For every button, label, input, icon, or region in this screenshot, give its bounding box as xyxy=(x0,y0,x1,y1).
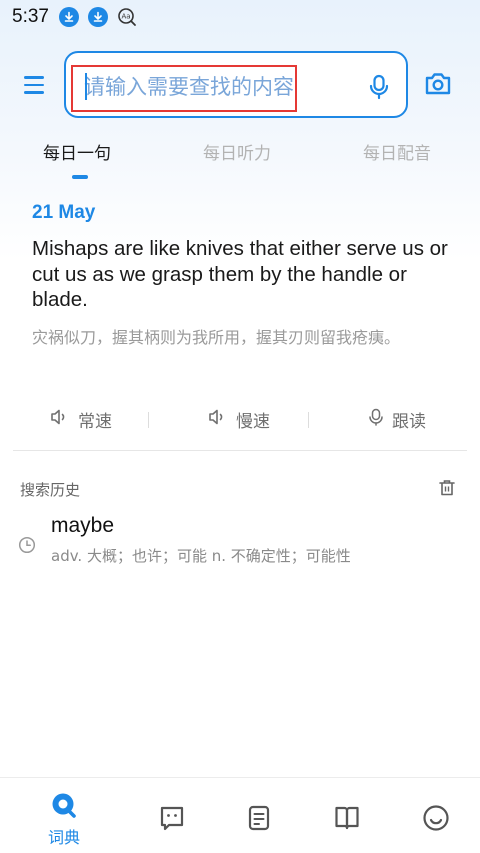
normal-speed-label: 常速 xyxy=(78,411,112,432)
slow-speed-label: 慢速 xyxy=(236,411,270,432)
menu-icon[interactable] xyxy=(22,73,48,97)
camera-icon[interactable] xyxy=(424,71,452,97)
dictionary-app-icon: Aa xyxy=(117,7,137,27)
nav-profile[interactable] xyxy=(406,792,466,848)
microphone-icon[interactable] xyxy=(368,74,390,100)
trash-icon[interactable] xyxy=(437,478,457,498)
daily-sentence-chinese: 灾祸似刀，握其柄则为我所用，握其刃则留我疮痍。 xyxy=(32,328,401,347)
svg-text:Aa: Aa xyxy=(121,13,130,21)
chat-face-icon xyxy=(158,804,186,836)
history-title: 搜索历史 xyxy=(20,481,81,499)
status-bar: 5:37 Aa xyxy=(0,0,480,34)
search-highlight-box xyxy=(71,65,297,112)
speaker-icon xyxy=(208,408,228,431)
nav-dictionary-label: 词典 xyxy=(47,828,80,847)
normal-speed-button[interactable]: 常速 xyxy=(50,404,112,434)
bottom-nav: 词典 xyxy=(0,777,480,853)
read-along-label: 跟读 xyxy=(392,411,426,432)
daily-tabs: 每日一句 每日听力 每日配音 xyxy=(0,139,480,181)
nav-book[interactable] xyxy=(317,792,377,848)
history-item[interactable]: maybe adv. 大概；也许；可能 n. 不确定性；可能性 xyxy=(0,508,480,572)
book-icon xyxy=(333,804,361,836)
microphone-icon xyxy=(368,408,384,431)
separator xyxy=(308,412,309,428)
status-time: 5:37 xyxy=(12,6,49,27)
search-box[interactable] xyxy=(64,51,408,118)
slow-speed-button[interactable]: 慢速 xyxy=(208,404,270,434)
speaker-icon xyxy=(50,408,70,431)
smiley-icon xyxy=(422,804,450,836)
separator xyxy=(148,412,149,428)
history-word: maybe xyxy=(51,514,115,537)
history-definition: adv. 大概；也许；可能 n. 不确定性；可能性 xyxy=(51,547,351,565)
tab-daily-sentence[interactable]: 每日一句 xyxy=(43,139,111,164)
divider xyxy=(13,450,467,451)
tab-daily-dubbing[interactable]: 每日配音 xyxy=(363,139,431,164)
top-bar xyxy=(0,51,480,119)
tab-daily-listening[interactable]: 每日听力 xyxy=(203,139,271,164)
tab-indicator xyxy=(72,175,88,179)
nav-notes[interactable] xyxy=(229,792,289,848)
daily-sentence-english: Mishaps are like knives that either serv… xyxy=(32,237,448,311)
dictionary-search-icon xyxy=(51,792,77,822)
download-icon xyxy=(58,7,79,27)
clock-icon xyxy=(18,536,36,554)
read-along-button[interactable]: 跟读 xyxy=(368,404,426,434)
daily-date: 21 May xyxy=(32,202,96,223)
download-icon xyxy=(87,7,108,27)
notes-icon xyxy=(245,804,273,836)
audio-controls: 常速 慢速 跟读 xyxy=(0,404,480,434)
app-screen: 5:37 Aa 请输入需要查找的内容 每日一句 每日听力 每日配音 21 May… xyxy=(0,0,480,853)
nav-chat[interactable] xyxy=(142,792,202,848)
nav-dictionary[interactable]: 词典 xyxy=(34,792,94,848)
